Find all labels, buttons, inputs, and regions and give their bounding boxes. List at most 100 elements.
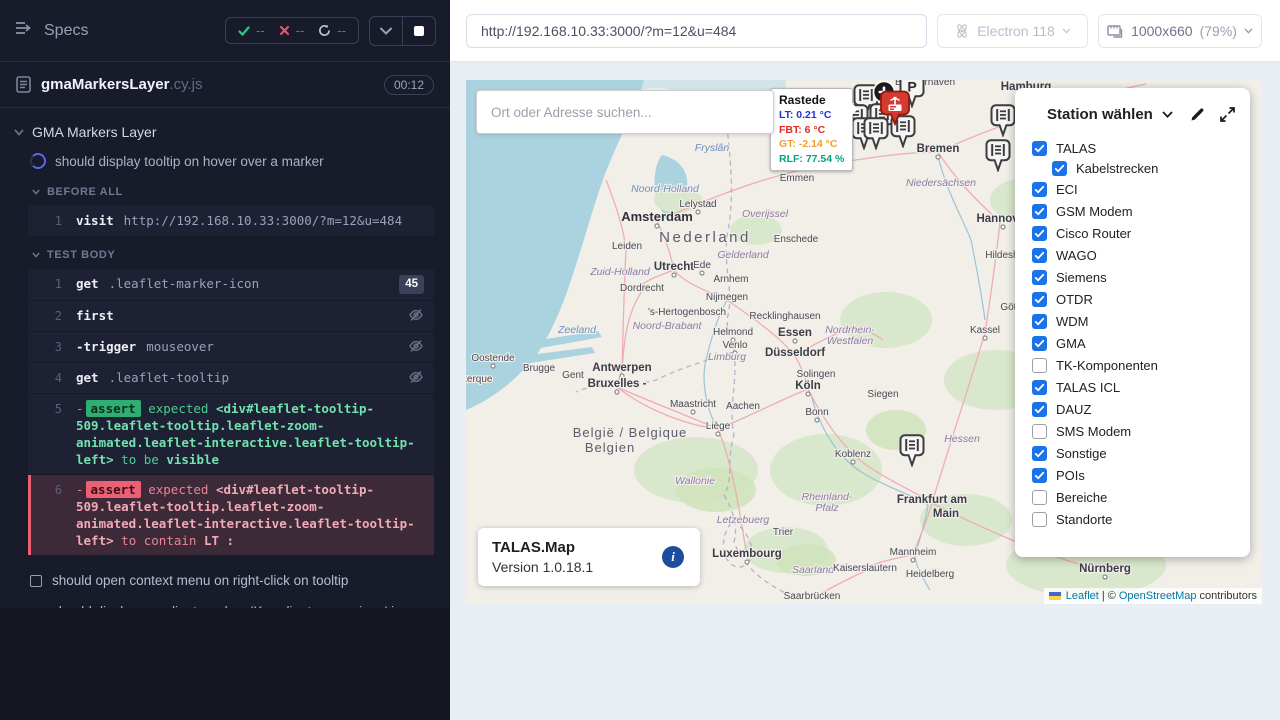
panel-checkbox-item[interactable]: TALAS ICL (1032, 376, 1250, 398)
checkbox-checked[interactable] (1032, 314, 1047, 329)
command-row-first[interactable]: 2 first (28, 301, 434, 332)
map-search-input[interactable] (476, 90, 774, 134)
checkbox-unchecked[interactable] (1032, 490, 1047, 505)
map-label: Koblenz (835, 449, 871, 460)
active-test-row[interactable]: should display tooltip on hover over a m… (0, 146, 450, 176)
checkbox-checked[interactable] (1052, 161, 1067, 176)
station-marker-icon[interactable] (990, 104, 1016, 142)
spec-duration: 00:12 (384, 75, 434, 95)
station-marker-icon[interactable] (985, 139, 1011, 177)
expand-fullscreen-icon[interactable] (1219, 106, 1236, 123)
checkbox-checked[interactable] (1032, 336, 1047, 351)
checkbox-checked[interactable] (1032, 204, 1047, 219)
chevron-down-icon (14, 129, 24, 136)
panel-checkbox-item[interactable]: GSM Modem (1032, 200, 1250, 222)
eye-slash-icon (400, 338, 424, 354)
collapse-chevron-button[interactable] (370, 17, 402, 45)
map-label: Wallonie (675, 475, 715, 487)
checkbox-checked[interactable] (1032, 446, 1047, 461)
station-marker-icon[interactable] (899, 434, 925, 472)
test-body-header[interactable]: TEST BODY (0, 239, 450, 266)
checkbox-checked[interactable] (1032, 248, 1047, 263)
checkbox-checked[interactable] (1032, 141, 1047, 156)
suite-row[interactable]: GMA Markers Layer (0, 118, 450, 146)
test-stats: -- -- -- (225, 17, 359, 44)
command-row-get-marker[interactable]: 1 get .leaflet-marker-icon 45 (28, 269, 434, 301)
command-number: 1 (28, 275, 76, 293)
reporter-header: Specs -- -- -- (0, 0, 450, 62)
map-label: 's-Hertogenbosch (648, 307, 726, 318)
panel-checkbox-item[interactable]: Kabelstrecken (1052, 159, 1250, 178)
map-label: Köln (795, 380, 821, 392)
panel-item-label: Standorte (1056, 512, 1112, 527)
alarm-station-marker-icon[interactable] (879, 90, 911, 131)
stop-button[interactable] (402, 17, 435, 45)
command-number: 4 (28, 369, 76, 387)
chevron-down-icon (1244, 28, 1253, 34)
checkbox-checked[interactable] (1032, 270, 1047, 285)
edit-pencil-icon[interactable] (1189, 106, 1206, 123)
stat-passed: -- (238, 23, 265, 38)
url-input[interactable] (466, 14, 927, 48)
panel-checkbox-item[interactable]: Bereiche (1032, 486, 1250, 508)
panel-checkbox-item[interactable]: WDM (1032, 310, 1250, 332)
map-label: Solingen (797, 369, 836, 380)
checkbox-unchecked[interactable] (1032, 358, 1047, 373)
map-label: Limburg (708, 351, 746, 363)
checkbox-checked[interactable] (1032, 292, 1047, 307)
map-label: Pfalz (815, 502, 839, 514)
map-label: Venlo (722, 340, 747, 351)
checkbox-unchecked[interactable] (1032, 424, 1047, 439)
app-info-box: TALAS.Map Version 1.0.18.1 i (478, 528, 700, 586)
panel-checkbox-item[interactable]: TK-Komponenten (1032, 354, 1250, 376)
panel-checkbox-item[interactable]: SMS Modem (1032, 420, 1250, 442)
command-number: 6 (31, 481, 76, 499)
osm-link[interactable]: OpenStreetMap (1119, 590, 1197, 602)
command-row-trigger[interactable]: 3 -trigger mouseover (28, 332, 434, 363)
assert-row-passed[interactable]: 5 -assert expected <div#leaflet-tooltip-… (28, 394, 434, 475)
panel-item-label: Sonstige (1056, 446, 1107, 461)
command-row-visit[interactable]: 1 visit http://192.168.10.33:3000/?m=12&… (28, 206, 434, 236)
leaflet-link[interactable]: Leaflet (1066, 590, 1099, 602)
suite-title: GMA Markers Layer (32, 124, 156, 140)
panel-checkbox-item[interactable]: DAUZ (1032, 398, 1250, 420)
specs-title[interactable]: Specs (44, 22, 88, 40)
element-count-badge: 45 (399, 275, 424, 294)
pending-test-row[interactable]: should open context menu on right-click … (0, 565, 450, 596)
viewport-select[interactable]: 1000x660 (79%) (1098, 14, 1262, 48)
map-label: Westfalen (827, 335, 874, 347)
browser-select[interactable]: Electron 118 (937, 14, 1088, 48)
map-label: Nürnberg (1079, 563, 1131, 575)
panel-checkbox-item[interactable]: Siemens (1032, 266, 1250, 288)
before-all-header[interactable]: BEFORE ALL (0, 176, 450, 203)
panel-checkbox-item[interactable]: WAGO (1032, 244, 1250, 266)
station-panel-title[interactable]: Station wählen (1047, 106, 1153, 123)
panel-checkbox-item[interactable]: OTDR (1032, 288, 1250, 310)
assert-row-failed[interactable]: 6 -assert expected <div#leaflet-tooltip-… (28, 475, 434, 555)
panel-checkbox-item[interactable]: Cisco Router (1032, 222, 1250, 244)
info-icon[interactable]: i (662, 546, 684, 568)
specs-menu-icon[interactable] (14, 19, 34, 42)
checkbox-unchecked[interactable] (1032, 512, 1047, 527)
command-method: get (76, 275, 99, 292)
panel-item-label: WDM (1056, 314, 1089, 329)
checkbox-checked[interactable] (1032, 380, 1047, 395)
tooltip-measurement: GT: -2.14 °C (779, 137, 844, 152)
map-label: Saarland (792, 564, 835, 576)
panel-checkbox-item[interactable]: ECI (1032, 178, 1250, 200)
command-row-get-tooltip[interactable]: 4 get .leaflet-tooltip (28, 363, 434, 394)
checkbox-checked[interactable] (1032, 468, 1047, 483)
checkbox-checked[interactable] (1032, 226, 1047, 241)
checkbox-checked[interactable] (1032, 402, 1047, 417)
map-label: Zeeland (557, 324, 597, 336)
panel-checkbox-item[interactable]: GMA (1032, 332, 1250, 354)
panel-checkbox-item[interactable]: Sonstige (1032, 442, 1250, 464)
panel-checkbox-item[interactable]: Standorte (1032, 508, 1250, 530)
chevron-down-icon[interactable] (1162, 111, 1173, 118)
checkbox-checked[interactable] (1032, 182, 1047, 197)
panel-checkbox-item[interactable]: POIs (1032, 464, 1250, 486)
leaflet-map[interactable]: Noord-HollandFryslânLelystadAmsterdamOve… (466, 80, 1262, 604)
test-title: should display tooltip on hover over a m… (55, 154, 324, 169)
panel-checkbox-item[interactable]: TALAS (1032, 137, 1250, 159)
spec-row[interactable]: gmaMarkersLayer.cy.js 00:12 (0, 62, 450, 108)
